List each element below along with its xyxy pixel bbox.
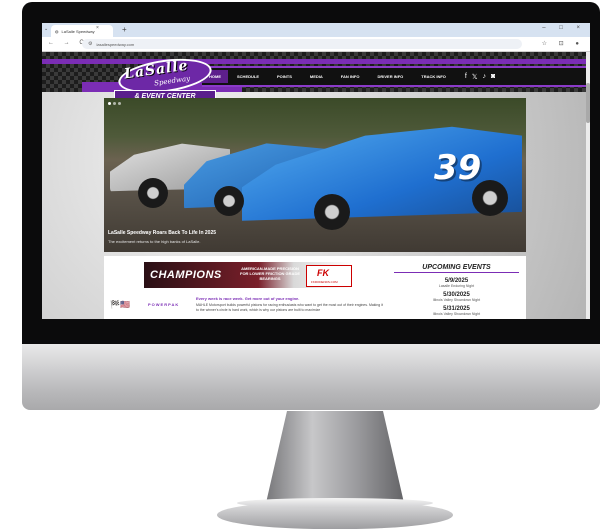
powerpak-logo: POWERPAK	[148, 302, 180, 307]
content-area: CHAMPIONS AMERICAN-MADE PRECISION FOR LO…	[104, 256, 526, 319]
event-item[interactable]: 5/30/2025 Illinois Valley Showdown Night	[394, 292, 519, 302]
favicon-icon: ◍	[55, 28, 59, 34]
events-title: UPCOMING EVENTS	[394, 264, 519, 273]
event-item[interactable]: 5/9/2025 Lasalle Enduring Night	[394, 278, 519, 288]
slider-dot[interactable]	[108, 102, 111, 105]
tab-bar: ⌄ ◍ LaSalle Speedway × + – □ ×	[42, 23, 590, 37]
car-wheel	[214, 186, 244, 216]
window-controls[interactable]: – □ ×	[542, 25, 586, 31]
screen: ⌄ ◍ LaSalle Speedway × + – □ × ← → C ⚙ l…	[42, 23, 590, 319]
social-links: f 𝕏 ♪ ◙	[465, 73, 495, 81]
x-icon[interactable]: 𝕏	[472, 73, 478, 81]
fk-logo: FK FKRODENDS.COM	[306, 265, 352, 287]
fk-brand: FK	[317, 268, 329, 278]
hero-title: LaSalle Speedway Roars Back To Life In 2…	[108, 230, 217, 236]
sponsor-body: MAHLE Motorsport builds powerful pistons…	[196, 303, 383, 312]
site-info-icon[interactable]: ⚙	[88, 41, 92, 47]
url-text: lasallespeedway.com	[96, 41, 135, 47]
tab-title: LaSalle Speedway	[61, 28, 95, 34]
slider-dot[interactable]	[118, 102, 121, 105]
monitor-chin	[22, 344, 600, 410]
slider-dots	[108, 102, 121, 105]
car-wheel	[314, 194, 350, 230]
sponsor-headline: Every week is race week. Get more out of…	[196, 296, 300, 301]
toolbar-controls[interactable]: ☆ ⊡ ●	[542, 40, 584, 47]
browser-tab[interactable]: ◍ LaSalle Speedway	[51, 25, 113, 37]
nav-points[interactable]: POINTS	[268, 74, 301, 79]
monitor-stand-base-top	[237, 498, 433, 508]
address-bar: ← → C ⚙ lasallespeedway.com ☆ ⊡ ●	[42, 37, 590, 52]
new-tab-button[interactable]: +	[122, 25, 127, 35]
fk-url: FKRODENDS.COM	[311, 280, 338, 284]
car-number: 39	[434, 148, 482, 188]
url-input[interactable]: ⚙ lasallespeedway.com	[82, 39, 522, 49]
nav-driver-info[interactable]: DRIVER INFO	[368, 74, 412, 79]
scrollbar-thumb[interactable]	[586, 83, 590, 123]
banner-headline: CHAMPIONS	[150, 269, 222, 281]
event-name: Lasalle Enduring Night	[438, 284, 475, 288]
site-nav: HOME SCHEDULE POINTS MEDIA FAN INFO DRIV…	[202, 66, 586, 87]
nav-fan-info[interactable]: FAN INFO	[332, 74, 369, 79]
tab-close-icon[interactable]: ×	[96, 25, 99, 31]
sponsor-banner[interactable]: CHAMPIONS AMERICAN-MADE PRECISION FOR LO…	[144, 262, 352, 288]
video-icon[interactable]: ◙	[491, 73, 495, 81]
hero-slider[interactable]: 39 LaSalle Speedway Roars Back To Life I…	[104, 98, 526, 252]
nav-schedule[interactable]: SCHEDULE	[228, 74, 268, 79]
flags-icon: 🏁🇺🇸	[110, 300, 130, 309]
hero-subtitle: The excitement returns to the high banks…	[108, 239, 201, 244]
monitor-stand-neck	[266, 411, 404, 503]
nav-track-info[interactable]: TRACK INFO	[412, 74, 455, 79]
site-header: HOME SCHEDULE POINTS MEDIA FAN INFO DRIV…	[42, 52, 586, 103]
site-logo[interactable]: LaSalle Speedway & EVENT CENTER	[114, 53, 216, 104]
banner-sub: AMERICAN-MADE PRECISION FOR LOWER FRICTI…	[240, 266, 300, 281]
event-item[interactable]: 5/31/2025 Illinois Valley Showdown Night	[394, 306, 519, 316]
tiktok-icon[interactable]: ♪	[483, 73, 487, 81]
event-name: Illinois Valley Showdown Night	[432, 298, 481, 302]
car-wheel	[472, 180, 508, 216]
tab-search-icon[interactable]: ⌄	[44, 26, 48, 32]
facebook-icon[interactable]: f	[465, 73, 467, 81]
slider-dot[interactable]	[113, 102, 116, 105]
car-wheel	[138, 178, 168, 208]
web-page: HOME SCHEDULE POINTS MEDIA FAN INFO DRIV…	[42, 52, 590, 319]
event-name: Illinois Valley Showdown Night	[432, 312, 481, 316]
nav-media[interactable]: MEDIA	[301, 74, 332, 79]
